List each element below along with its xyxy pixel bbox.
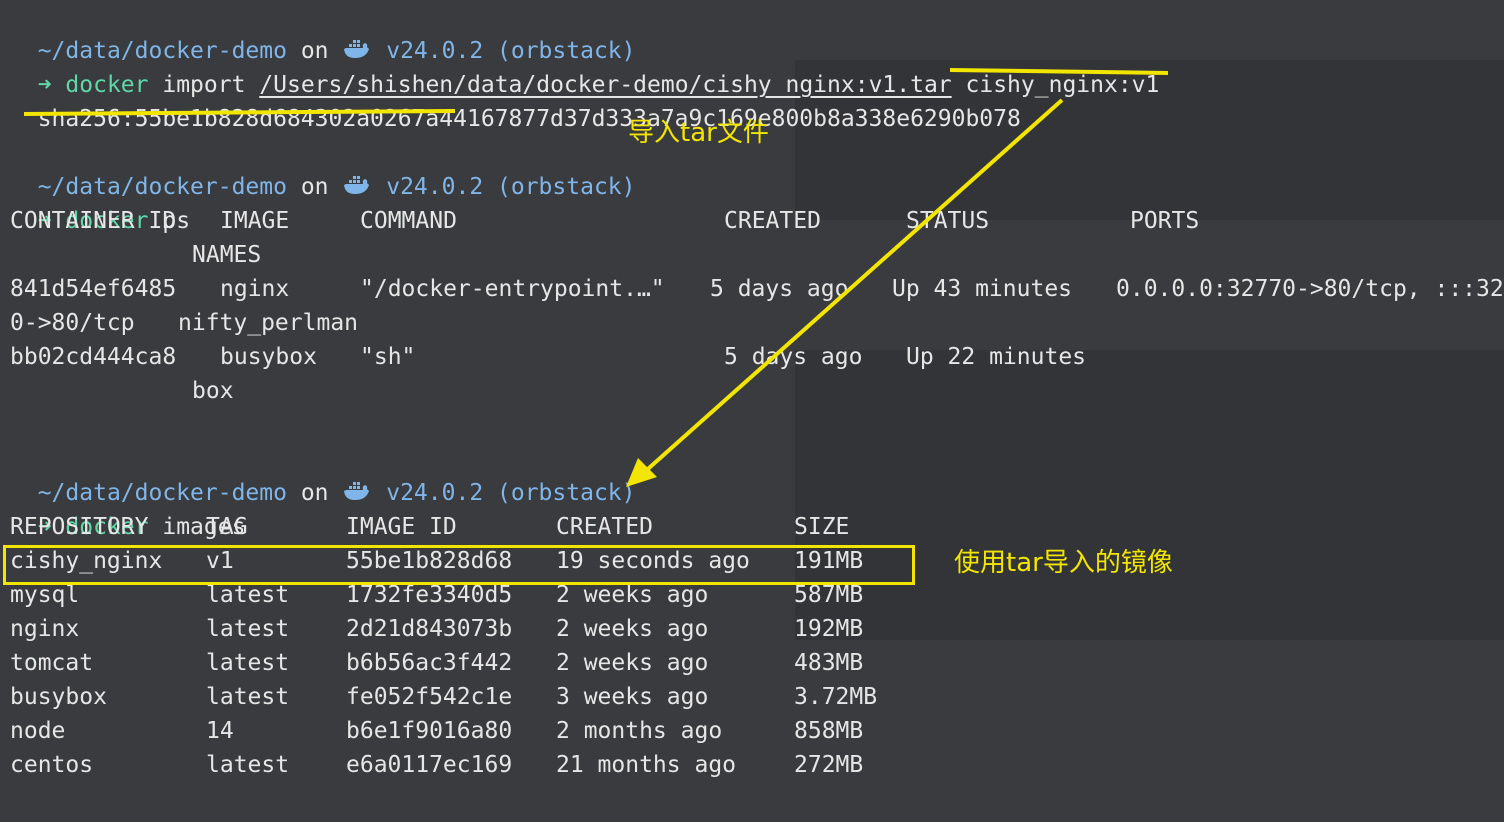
- ps-row-ports-wrap: 0->80/tcp: [10, 310, 135, 336]
- prompt-line: ~/data/docker-demo on v24.0.2 (orbstack): [10, 0, 636, 64]
- images-header-repository: REPOSITORY: [10, 514, 149, 540]
- images-header-size: SIZE: [794, 514, 850, 540]
- ps-row-created: 5 days ago: [724, 344, 863, 370]
- images-header-image-id: IMAGE ID: [346, 514, 457, 540]
- ps-row-image: busybox: [220, 344, 317, 370]
- ps-row-command: "/docker-entrypoint.…": [360, 276, 665, 302]
- images-cell-created: 2 months ago: [556, 718, 723, 744]
- prompt-version: v24.0.2 (orbstack): [386, 480, 636, 506]
- images-cell-size: 483MB: [794, 650, 864, 676]
- images-cell-tag: 14: [206, 718, 234, 744]
- ps-row-names: box: [192, 378, 234, 404]
- images-cell-repository: nginx: [10, 616, 80, 642]
- highlight-box: [3, 545, 915, 585]
- images-cell-image-id: b6e1f9016a80: [346, 718, 513, 744]
- images-header-tag: TAG: [206, 514, 248, 540]
- image-annotation: 使用tar导入的镜像: [954, 548, 1173, 578]
- images-cell-tag: latest: [206, 684, 290, 710]
- ps-row-ports: 0.0.0.0:32770->80/tcp, :::32: [1116, 276, 1504, 302]
- images-cell-tag: latest: [206, 616, 290, 642]
- images-cell-repository: tomcat: [10, 650, 94, 676]
- import-annotation: 导入tar文件: [628, 118, 769, 148]
- images-cell-size: 192MB: [794, 616, 864, 642]
- images-cell-tag: latest: [206, 650, 290, 676]
- images-cell-image-id: 2d21d843073b: [346, 616, 513, 642]
- images-cell-image-id: fe052f542c1e: [346, 684, 513, 710]
- images-cell-size: 858MB: [794, 718, 864, 744]
- command-output: sha256:55be1b828d684302a0267a44167877d37…: [10, 68, 1021, 132]
- ps-header-created: CREATED: [724, 208, 821, 234]
- images-cell-image-id: b6b56ac3f442: [346, 650, 513, 676]
- prompt-line: ~/data/docker-demo on v24.0.2 (orbstack): [10, 442, 636, 506]
- command-line: ➜ docker ps: [10, 170, 190, 234]
- ps-header-image: IMAGE: [220, 208, 290, 234]
- images-cell-size: 3.72MB: [794, 684, 878, 710]
- images-cell-created: 2 weeks ago: [556, 650, 709, 676]
- images-cell-repository: centos: [10, 752, 94, 778]
- images-cell-repository: busybox: [10, 684, 107, 710]
- images-header-created: CREATED: [556, 514, 653, 540]
- docker-whale-icon: [342, 172, 372, 198]
- prompt-on: on: [300, 174, 329, 200]
- ps-row-status: Up 22 minutes: [906, 344, 1087, 370]
- images-cell-created: 2 weeks ago: [556, 616, 709, 642]
- ps-row-names: nifty_perlman: [178, 310, 359, 336]
- images-cell-image-id: e6a0117ec169: [346, 752, 513, 778]
- ps-row-container-id: 841d54ef6485: [10, 276, 177, 302]
- background-panel: [795, 350, 1504, 640]
- ps-row-container-id: bb02cd444ca8: [10, 344, 177, 370]
- ps-header-ports: PORTS: [1130, 208, 1200, 234]
- ps-header-command: COMMAND: [360, 208, 457, 234]
- images-cell-created: 21 months ago: [556, 752, 737, 778]
- ps-row-created: 5 days ago: [710, 276, 849, 302]
- command-line: ➜ docker import /Users/shishen/data/dock…: [10, 34, 1160, 98]
- images-cell-repository: node: [10, 718, 66, 744]
- ps-header-container-id: CONTAINER ID: [10, 208, 177, 234]
- ps-row-image: nginx: [220, 276, 290, 302]
- docker-whale-icon: [342, 478, 372, 504]
- ps-header-status: STATUS: [906, 208, 990, 234]
- ps-row-command: "sh": [360, 344, 416, 370]
- prompt-line: ~/data/docker-demo on v24.0.2 (orbstack): [10, 136, 636, 200]
- command-line: ➜ docker images: [10, 476, 246, 540]
- images-cell-size: 272MB: [794, 752, 864, 778]
- prompt-version: v24.0.2 (orbstack): [386, 174, 636, 200]
- ps-row-status: Up 43 minutes: [892, 276, 1073, 302]
- images-cell-tag: latest: [206, 752, 290, 778]
- ps-header-names: NAMES: [192, 242, 262, 268]
- sha-output: sha256:55be1b828d684302a0267a44167877d37…: [37, 106, 1021, 132]
- prompt-on: on: [300, 480, 329, 506]
- images-cell-created: 3 weeks ago: [556, 684, 709, 710]
